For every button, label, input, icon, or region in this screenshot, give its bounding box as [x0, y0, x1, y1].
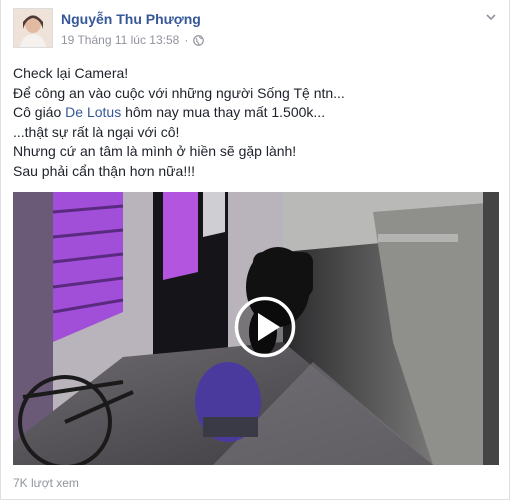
post-line-prefix: Cô giáo	[13, 104, 66, 120]
post-timestamp[interactable]: 19 Tháng 11 lúc 13:58	[61, 33, 179, 47]
post-line: Cô giáo De Lotus hôm nay mua thay mất 1.…	[13, 103, 499, 123]
post-line: ...thật sự rất là ngại với cô!	[13, 123, 180, 140]
post-line-suffix: hôm nay mua thay mất 1.500k...	[121, 104, 326, 120]
video-player[interactable]	[13, 192, 499, 465]
separator-dot: ·	[184, 33, 189, 47]
post-meta: 19 Tháng 11 lúc 13:58 ·	[61, 33, 205, 47]
author-name[interactable]: Nguyễn Thu Phượng	[61, 11, 201, 27]
post-card: Nguyễn Thu Phượng 19 Tháng 11 lúc 13:58 …	[0, 0, 510, 500]
post-line: Để công an vào cuộc với những người Sống…	[13, 84, 345, 101]
play-icon[interactable]	[234, 296, 296, 358]
globe-icon	[193, 34, 205, 46]
chevron-down-icon[interactable]	[484, 10, 498, 24]
page-link[interactable]: De Lotus	[65, 104, 121, 120]
post-text: Check lại Camera! Để công an vào cuộc vớ…	[13, 64, 499, 181]
post-line: Check lại Camera!	[13, 65, 129, 81]
post-line: Nhưng cứ an tâm là mình ở hiền sẽ gặp là…	[13, 143, 297, 159]
post-line: Sau phải cẩn thận hơn nữa!!!	[13, 162, 196, 179]
profile-photo	[14, 9, 52, 47]
view-count: 7K lượt xem	[13, 476, 79, 490]
avatar[interactable]	[13, 8, 53, 48]
